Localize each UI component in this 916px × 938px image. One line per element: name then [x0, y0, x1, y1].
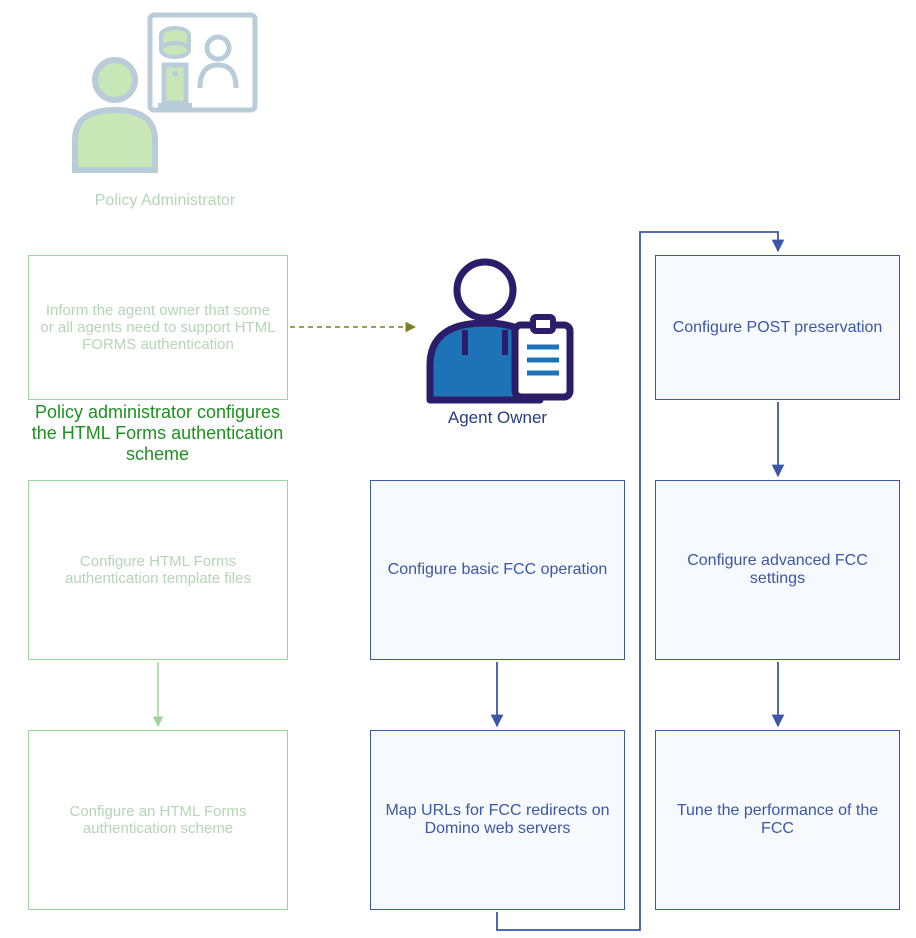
step-configure-auth-scheme: Configure an HTML Forms authentication s…: [28, 730, 288, 910]
policy-admin-icon: [70, 10, 260, 180]
policy-admin-label: Policy Administrator: [70, 192, 260, 210]
step-configure-advanced-fcc: Configure advanced FCC settings: [655, 480, 900, 660]
step-configure-basic-fcc: Configure basic FCC operation: [370, 480, 625, 660]
agent-owner-icon: [415, 255, 580, 405]
step-tune-performance-fcc: Tune the performance of the FCC: [655, 730, 900, 910]
step-inform-agent-owner: Inform the agent owner that some or all …: [28, 255, 288, 400]
step-configure-template-files: Configure HTML Forms authentication temp…: [28, 480, 288, 660]
agent-owner-label: Agent Owner: [420, 408, 575, 428]
step-map-urls-fcc: Map URLs for FCC redirects on Domino web…: [370, 730, 625, 910]
section-title: Policy administrator configures the HTML…: [20, 402, 295, 465]
step-configure-post-preservation: Configure POST preservation: [655, 255, 900, 400]
